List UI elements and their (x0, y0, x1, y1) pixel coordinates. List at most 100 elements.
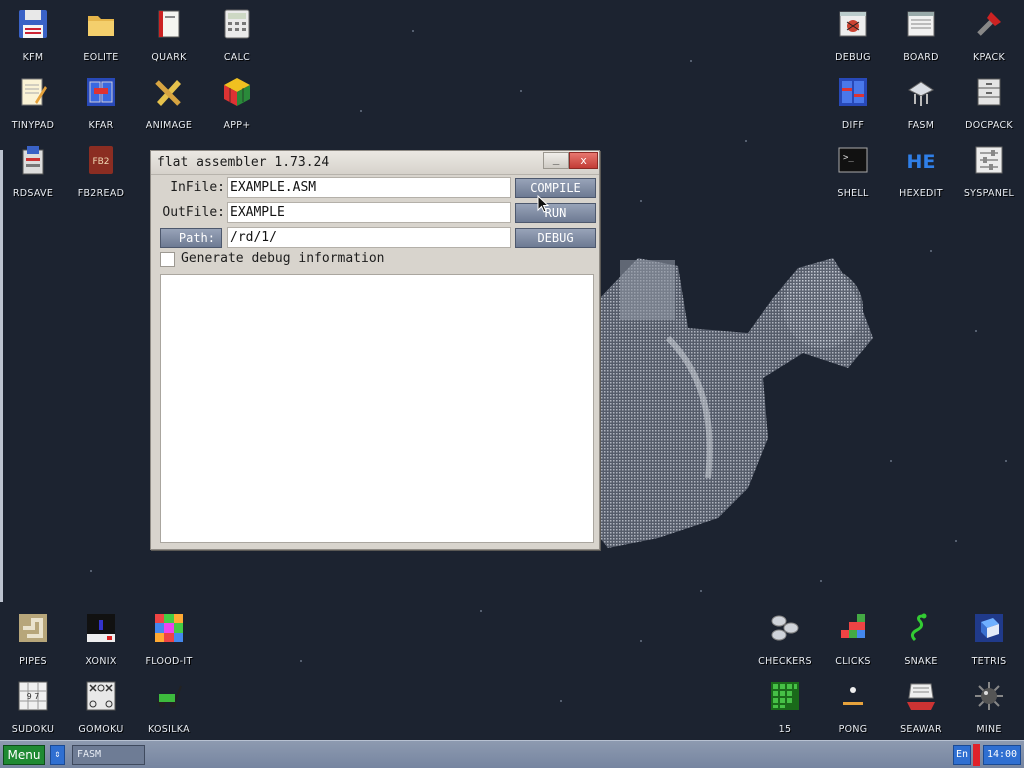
svg-text:9 7: 9 7 (27, 692, 40, 701)
lawn-mower-icon (157, 685, 182, 708)
desktop-icon-pipes[interactable]: PIPES (1, 612, 65, 678)
desktop-icon-label: KFAR (88, 120, 114, 131)
desktop-icon-flood-it[interactable]: FLOOD-IT (137, 612, 201, 678)
desktop-icon-label: SNAKE (904, 656, 938, 667)
desktop-icon-tetris[interactable]: TETRIS (957, 612, 1021, 678)
desktop-icon-kfm[interactable]: KFM (1, 8, 65, 74)
desktop-icon-xonix[interactable]: XONIX (69, 612, 133, 678)
path-input[interactable]: /rd/1/ (227, 227, 511, 248)
desktop-icon-label: FASM (907, 120, 935, 131)
floppy-disk-icon (19, 10, 47, 38)
desktop-icon-sudoku[interactable]: 9 7 SUDOKU (1, 680, 65, 746)
fasm-window[interactable]: flat assembler 1.73.24 _ x InFile: EXAMP… (150, 150, 600, 550)
desktop-icon-seawar[interactable]: SEAWAR (889, 680, 953, 746)
gomoku-board-icon (86, 681, 116, 711)
desktop-icon-animage[interactable]: ANIMAGE (137, 76, 201, 142)
outfile-input[interactable]: EXAMPLE (227, 202, 511, 223)
desktop-icon-fb2read[interactable]: FB2 FB2READ (69, 144, 133, 210)
desktop-icon-rdsave[interactable]: RDSAVE (1, 144, 65, 210)
snake-icon (910, 613, 927, 642)
desktop-icon-label: HEXEDIT (899, 188, 943, 199)
infile-input[interactable]: EXAMPLE.ASM (227, 177, 511, 198)
minimize-button[interactable]: _ (543, 152, 569, 169)
desktop-icon-calc[interactable]: CALC (205, 8, 269, 74)
message-board-icon (907, 11, 935, 37)
ram-disk-save-icon (22, 146, 44, 175)
keyboard-language-indicator[interactable]: En (953, 745, 971, 765)
sea-battle-icon (907, 683, 935, 710)
desktop-icon-label: FB2READ (77, 188, 125, 199)
desktop-icon-label: TETRIS (971, 656, 1007, 667)
taskbar-item-fasm[interactable]: FASM (72, 745, 145, 765)
desktop-icon-checkers[interactable]: CHECKERS (753, 612, 817, 678)
desktop-icon-app-plus[interactable]: APP+ (205, 76, 269, 142)
desktop-icon-label: DOCPACK (965, 120, 1013, 131)
svg-text:FB2: FB2 (92, 157, 109, 167)
desktop-icon-kosilka[interactable]: KOSILKA (137, 680, 201, 746)
fifteen-puzzle-icon (771, 682, 799, 710)
compile-button[interactable]: COMPILE (515, 178, 596, 198)
desktop-icon-kfar[interactable]: KFAR (69, 76, 133, 142)
desktop-icon-kpack[interactable]: KPACK (957, 8, 1021, 74)
desktop-icon-diff[interactable]: DIFF (821, 76, 885, 142)
window-title: flat assembler 1.73.24 (157, 155, 330, 170)
run-button[interactable]: RUN (515, 203, 596, 223)
desktop-icon-eolite[interactable]: EOLITE (69, 8, 133, 74)
desktop-icon-label: KOSILKA (148, 724, 190, 735)
desktop-icon-label: BOARD (903, 52, 939, 63)
desktop-icon-board[interactable]: BOARD (889, 8, 953, 74)
desktop-icon-gomoku[interactable]: GOMOKU (69, 680, 133, 746)
desktop-icon-label: KPACK (972, 52, 1006, 63)
debug-info-checkbox[interactable] (160, 252, 175, 267)
desktop-icon-fasm[interactable]: FASM (889, 76, 953, 142)
desktop-icon-label: GOMOKU (78, 724, 124, 735)
cpu-load-indicator (973, 744, 980, 766)
pipes-game-icon (19, 614, 47, 642)
hex-editor-icon: HE (907, 151, 936, 173)
debug-button[interactable]: DEBUG (515, 228, 596, 248)
desktop-icon-label: CHECKERS (758, 656, 812, 667)
path-button[interactable]: Path: (160, 228, 222, 248)
desktop-icon-label: EOLITE (83, 52, 119, 63)
desktop-icon-hexedit[interactable]: HE HEXEDIT (889, 144, 953, 210)
desktop-icon-label: SYSPANEL (963, 188, 1015, 199)
debug-info-label[interactable]: Generate debug information (181, 251, 385, 266)
desktop-icon-pong[interactable]: PONG (821, 680, 885, 746)
menu-button[interactable]: Menu (3, 745, 45, 765)
desktop-icon-docpack[interactable]: DOCPACK (957, 76, 1021, 142)
desktop-icon-snake[interactable]: SNAKE (889, 612, 953, 678)
desktop-icon-tinypad[interactable]: TINYPAD (1, 76, 65, 142)
desktop-icon-label: PIPES (19, 656, 47, 667)
desktop-icon-syspanel[interactable]: SYSPANEL (957, 144, 1021, 210)
flood-it-game-icon (155, 614, 183, 642)
desktop-icon-mine[interactable]: MINE (957, 680, 1021, 746)
file-manager-icon (87, 78, 115, 106)
desktop-icon-clicks[interactable]: CLICKS (821, 612, 885, 678)
desktop-icon-label: XONIX (85, 656, 117, 667)
desktop-icon-label: DEBUG (835, 52, 871, 63)
diff-compare-icon (839, 78, 867, 106)
desktop-icon-shell[interactable]: >_ SHELL (821, 144, 885, 210)
checkers-pieces-icon (771, 615, 799, 641)
control-panel-sliders-icon (975, 146, 1003, 174)
clock[interactable]: 14:00 (983, 745, 1021, 765)
desktop-icon-15[interactable]: 15 (753, 680, 817, 746)
book-icon (158, 10, 180, 38)
desktop-icon-label: CALC (223, 52, 251, 63)
clicks-blocks-icon (841, 614, 865, 638)
desktop-icon-debug[interactable]: DEBUG (821, 8, 885, 74)
desktop-icon-quark[interactable]: QUARK (137, 8, 201, 74)
fb2-book-icon: FB2 (89, 146, 113, 174)
switch-arrows-icon[interactable]: ⇕ (50, 745, 65, 765)
window-titlebar[interactable]: flat assembler 1.73.24 _ x (151, 151, 599, 175)
desktop-icon-label: MINE (976, 724, 1002, 735)
desktop-icon-label: 15 (778, 724, 792, 735)
pencil-ruler-icon (155, 80, 181, 106)
desktop-icon-label: DIFF (841, 120, 865, 131)
close-button[interactable]: x (569, 152, 598, 169)
assembler-chip-icon (908, 81, 934, 106)
output-log-area[interactable] (160, 274, 594, 543)
wallpaper-house-illustration (600, 258, 873, 548)
desktop-icon-label: APP+ (223, 120, 251, 131)
xonix-game-icon (87, 614, 115, 642)
